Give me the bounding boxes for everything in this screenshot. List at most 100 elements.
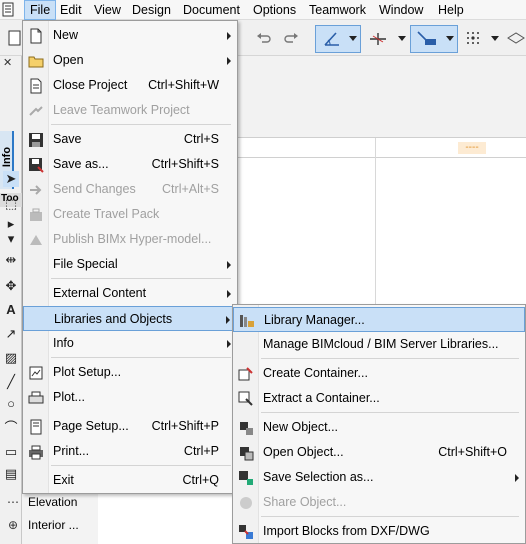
interior-icon: ⊕ (7, 518, 19, 532)
worksheet-tool-icon[interactable]: ▤ (3, 466, 19, 482)
menu-item-label: Share Object... (263, 495, 347, 509)
menu-item-label: Info (53, 336, 74, 350)
menu-item-save[interactable]: Save Ctrl+S (23, 127, 237, 152)
circle-tool-icon[interactable]: ○ (3, 396, 19, 412)
nav-item-label: Interior ... (28, 518, 79, 532)
menu-item-share-object[interactable]: Share Object... (233, 490, 525, 515)
dimension-tool-icon[interactable]: ⇹ (3, 252, 19, 268)
menu-item-new[interactable]: New (23, 23, 237, 48)
marquee-tool-icon[interactable]: ⬚ (3, 196, 19, 212)
menu-item-label: Save (53, 132, 82, 146)
submenu-arrow-icon (227, 32, 231, 40)
save-selection-icon (238, 470, 254, 486)
menu-item-file-special[interactable]: File Special (23, 252, 237, 277)
menu-item-label: Extract a Container... (263, 391, 380, 405)
menu-item-create-container[interactable]: Create Container... (233, 361, 525, 386)
snap-icon[interactable] (368, 31, 388, 47)
app-menu-icon[interactable] (2, 2, 18, 18)
menu-design[interactable]: Design (132, 0, 171, 20)
undo-icon[interactable] (256, 31, 272, 45)
close-project-icon (28, 78, 44, 94)
libraries-submenu: Library Manager... Manage BIMcloud / BIM … (232, 304, 526, 544)
menu-item-save-selection-as[interactable]: Save Selection as... (233, 465, 525, 490)
travel-pack-icon (28, 207, 44, 223)
menu-item-label: Exit (53, 473, 74, 487)
menu-item-open-object[interactable]: Open Object... Ctrl+Shift+O (233, 440, 525, 465)
new-icon[interactable] (8, 30, 22, 46)
level-tool-icon[interactable]: ✥ (3, 278, 19, 294)
menu-item-extract-a-container[interactable]: Extract a Container... (233, 386, 525, 411)
menu-item-close-project[interactable]: Close Project Ctrl+Shift+W (23, 73, 237, 98)
menu-item-page-setup[interactable]: Page Setup... Ctrl+Shift+P (23, 414, 237, 439)
nav-item-label: Elevation (28, 495, 78, 509)
menu-item-label: Plot Setup... (53, 365, 122, 379)
menu-help[interactable]: Help (438, 0, 464, 20)
menu-item-external-content[interactable]: External Content (23, 281, 237, 306)
nav-item-interior[interactable]: ⊕ Interior ... (6, 514, 79, 536)
menu-item-plot-setup[interactable]: Plot Setup... (23, 360, 237, 385)
menu-item-shortcut: Ctrl+P (183, 444, 219, 458)
menu-item-save-as[interactable]: Save as... Ctrl+Shift+S (23, 152, 237, 177)
menu-document[interactable]: Document (183, 0, 240, 20)
menu-view[interactable]: View (94, 0, 121, 20)
menu-item-label: Leave Teamwork Project (53, 103, 190, 117)
menu-item-shortcut: Ctrl+Shift+P (151, 419, 219, 433)
menu-options[interactable]: Options (253, 0, 296, 20)
redo-icon[interactable] (283, 31, 299, 45)
menu-item-info[interactable]: Info (23, 331, 237, 356)
chevron-down-icon (446, 36, 454, 41)
guide-tool-button[interactable] (410, 25, 458, 53)
create-container-icon (238, 366, 254, 382)
expand-icon[interactable]: ▸ (3, 216, 19, 232)
fill-tool-icon[interactable]: ▨ (3, 350, 19, 366)
save-icon (28, 132, 44, 148)
save-as-icon (28, 157, 44, 173)
menu-bar: File Edit View Design Document Options T… (0, 0, 526, 20)
open-object-icon (238, 445, 254, 461)
chevron-down-icon[interactable] (398, 36, 406, 42)
submenu-arrow-icon (227, 290, 231, 298)
close-icon[interactable]: ✕ (3, 56, 12, 69)
angle-tool-button[interactable] (315, 25, 361, 53)
menu-item-libraries-and-objects[interactable]: Libraries and Objects (23, 306, 237, 331)
menu-edit[interactable]: Edit (60, 0, 82, 20)
nav-item-elevation[interactable]: ⋯ Elevation (6, 491, 77, 513)
grid-snap-icon[interactable] (465, 30, 481, 46)
share-object-icon (238, 495, 254, 511)
arrow-tool-icon[interactable]: ➤ (3, 171, 19, 187)
menu-item-library-manager[interactable]: Library Manager... (233, 307, 525, 332)
menu-teamwork[interactable]: Teamwork (309, 0, 366, 20)
menu-item-create-travel-pack[interactable]: Create Travel Pack (23, 202, 237, 227)
menu-item-label: Save as... (53, 157, 109, 171)
elevation-icon: ⋯ (7, 495, 19, 509)
menu-item-label: New Object... (263, 420, 339, 434)
line-tool-icon[interactable]: ╱ (3, 374, 19, 390)
menu-item-import-blocks-from-dxf-dwg[interactable]: Import Blocks from DXF/DWG (233, 519, 525, 544)
menu-item-label: File Special (53, 257, 118, 271)
menu-item-exit[interactable]: Exit Ctrl+Q (23, 468, 237, 493)
menu-item-label: Import Blocks from DXF/DWG (263, 524, 430, 538)
chevron-down-icon[interactable] (491, 36, 499, 42)
menu-item-leave-teamwork-project[interactable]: Leave Teamwork Project (23, 98, 237, 123)
menu-item-manage-bimcloud-bim-server-libraries[interactable]: Manage BIMcloud / BIM Server Libraries..… (233, 332, 525, 357)
menu-window[interactable]: Window (379, 0, 423, 20)
toolbox-panel: ✕ Info Too ➤ ⬚ ▸ ▾ ⇹ ✥ A ↗ ▨ ╱ ○ ⌒ ▭ ▤ (0, 56, 22, 544)
text-tool-icon[interactable]: A (3, 302, 19, 318)
window-tool-icon[interactable]: ▭ (3, 444, 19, 460)
collapse-icon[interactable]: ▾ (3, 231, 19, 247)
menu-item-new-object[interactable]: New Object... (233, 415, 525, 440)
polyline-tool-icon[interactable]: ⌒ (3, 420, 19, 436)
menu-item-send-changes[interactable]: Send Changes Ctrl+Alt+S (23, 177, 237, 202)
file-menu: New Open Close Project Ctrl+Shift+W Leave Te… (22, 20, 238, 494)
menu-file[interactable]: File (24, 0, 57, 20)
menu-item-print[interactable]: Print... Ctrl+P (23, 439, 237, 464)
layers-icon[interactable] (507, 32, 525, 44)
submenu-arrow-icon (227, 340, 231, 348)
menu-item-publish-bimx-hyper-model[interactable]: Publish BIMx Hyper-model... (23, 227, 237, 252)
guide-icon (417, 31, 436, 45)
label-tool-icon[interactable]: ↗ (3, 326, 19, 342)
menu-item-open[interactable]: Open (23, 48, 237, 73)
page-setup-icon (28, 419, 44, 435)
menu-item-plot[interactable]: Plot... (23, 385, 237, 410)
plot-setup-icon (28, 365, 44, 381)
